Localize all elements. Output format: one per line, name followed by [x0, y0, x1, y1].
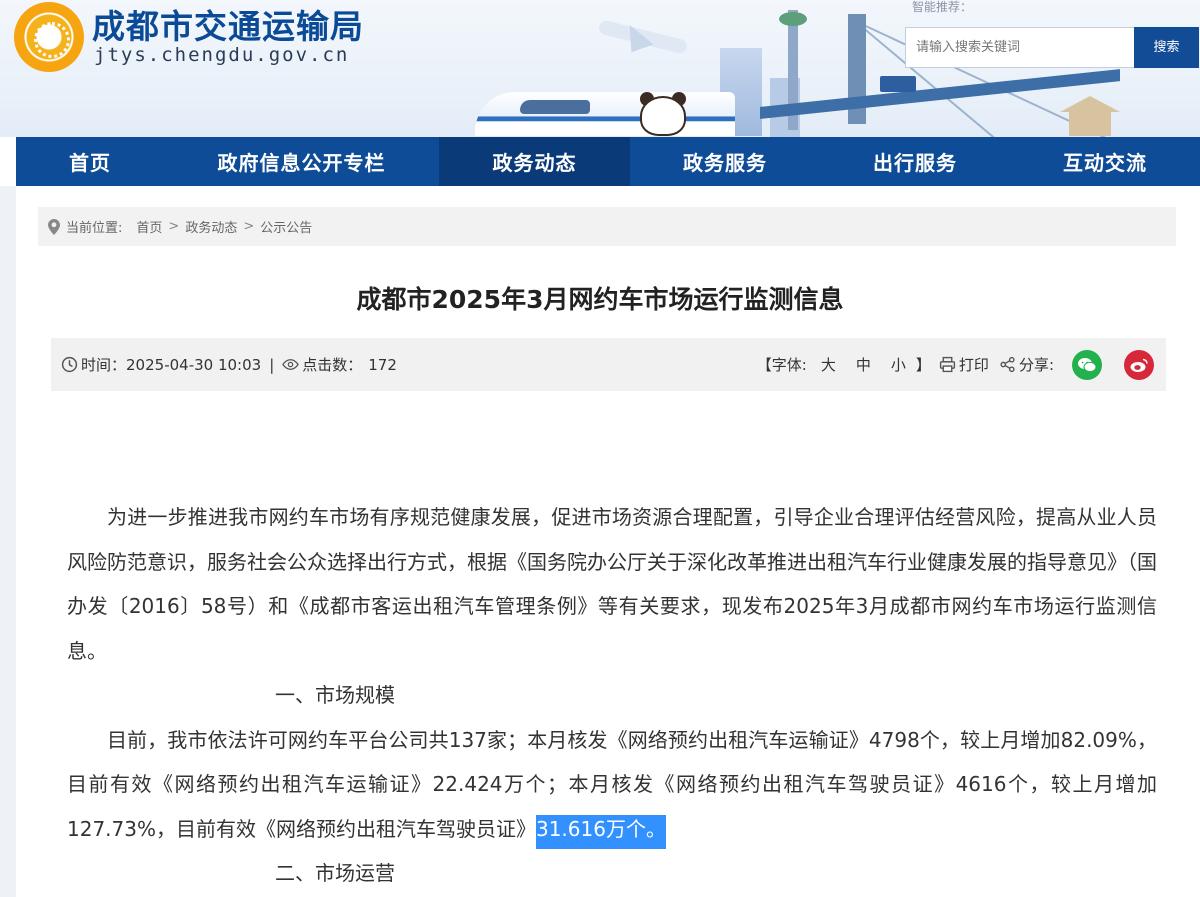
- weibo-share-button[interactable]: [1124, 349, 1154, 380]
- nav-item-gov-service[interactable]: 政务服务: [630, 137, 820, 186]
- font-size-large[interactable]: 大: [821, 354, 836, 375]
- click-count: 172: [368, 355, 397, 374]
- breadcrumb-gov-news[interactable]: 政务动态: [185, 217, 237, 236]
- clock-icon: [61, 356, 78, 373]
- intro-paragraph: 为进一步推进我市网约车市场有序规范健康发展，促进市场资源合理配置，引导企业合理评…: [67, 505, 1157, 663]
- site-name[interactable]: 成都市交通运输局: [92, 0, 364, 48]
- publish-time: 2025-04-30 10:03: [126, 355, 262, 374]
- section-heading: 一、市场规模: [275, 683, 395, 707]
- section-paragraph: 目前，我市依法许可网约车平台公司共137家；本月核发《网络预约出租汽车运输证》4…: [67, 718, 1157, 852]
- nav-item-home[interactable]: 首页: [16, 137, 164, 186]
- selected-text-highlight[interactable]: 31.616万个。: [535, 814, 666, 849]
- search-box: [905, 27, 1137, 68]
- site-logo-icon[interactable]: [14, 2, 84, 72]
- wechat-share-button[interactable]: [1072, 349, 1102, 380]
- breadcrumb-announcements[interactable]: 公示公告: [260, 217, 312, 236]
- print-button[interactable]: 打印: [939, 354, 989, 375]
- tv-tower-top-illustration: [779, 12, 807, 26]
- nav-item-gov-news[interactable]: 政务动态: [439, 137, 630, 186]
- weibo-icon: [1130, 358, 1148, 372]
- share-icon: [1000, 356, 1015, 373]
- section-heading: 二、市场运营: [275, 861, 395, 885]
- font-size-open: 【字体:: [756, 356, 807, 374]
- print-label[interactable]: 打印: [959, 354, 989, 375]
- font-size-medium[interactable]: 中: [856, 354, 871, 375]
- meta-divider: |: [269, 355, 275, 374]
- share-label: 分享:: [1018, 356, 1054, 374]
- search-suggest-label: 智能推荐：: [912, 0, 973, 14]
- eye-icon: [282, 359, 300, 370]
- breadcrumb-separator: >: [243, 219, 255, 234]
- breadcrumb-separator: >: [168, 219, 180, 234]
- time-label: 时间：: [81, 356, 127, 374]
- article-body: 为进一步推进我市网约车市场有序规范健康发展，促进市场资源合理配置，引导企业合理评…: [67, 495, 1157, 896]
- clicks-label: 点击数：: [302, 356, 363, 374]
- main-nav: 首页 政府信息公开专栏 政务动态 政务服务 出行服务 互动交流: [16, 137, 1200, 186]
- search-input[interactable]: [906, 28, 1136, 67]
- article-meta-bar: 时间： 2025-04-30 10:03 | 点击数： 172 【字体: 大 中…: [51, 338, 1166, 391]
- breadcrumb-home[interactable]: 首页: [136, 217, 162, 236]
- truck-illustration: [880, 76, 916, 92]
- bullet-train-illustration: [475, 92, 735, 136]
- font-size-small[interactable]: 小: [891, 354, 906, 375]
- breadcrumb: 当前位置: 首页 > 政务动态 > 公示公告: [38, 207, 1176, 246]
- location-pin-icon: [48, 218, 60, 235]
- breadcrumb-prefix: 当前位置:: [66, 221, 123, 236]
- site-header: 成都市交通运输局 jtys.chengdu.gov.cn 智能推荐： 搜索: [0, 0, 1200, 137]
- nav-item-travel-service[interactable]: 出行服务: [820, 137, 1010, 186]
- pavilion-illustration: [1060, 96, 1120, 136]
- nav-item-gov-info[interactable]: 政府信息公开专栏: [164, 137, 439, 186]
- font-size-close: 】: [915, 356, 931, 374]
- article-title: 成都市2025年3月网约车市场运行监测信息: [356, 285, 844, 314]
- panda-illustration: [640, 96, 686, 136]
- search-button[interactable]: 搜索: [1134, 27, 1199, 68]
- site-domain: jtys.chengdu.gov.cn: [94, 44, 350, 66]
- wechat-icon: [1078, 357, 1097, 372]
- nav-item-interaction[interactable]: 互动交流: [1010, 137, 1200, 186]
- train-window-illustration: [520, 100, 590, 114]
- printer-icon: [939, 356, 956, 373]
